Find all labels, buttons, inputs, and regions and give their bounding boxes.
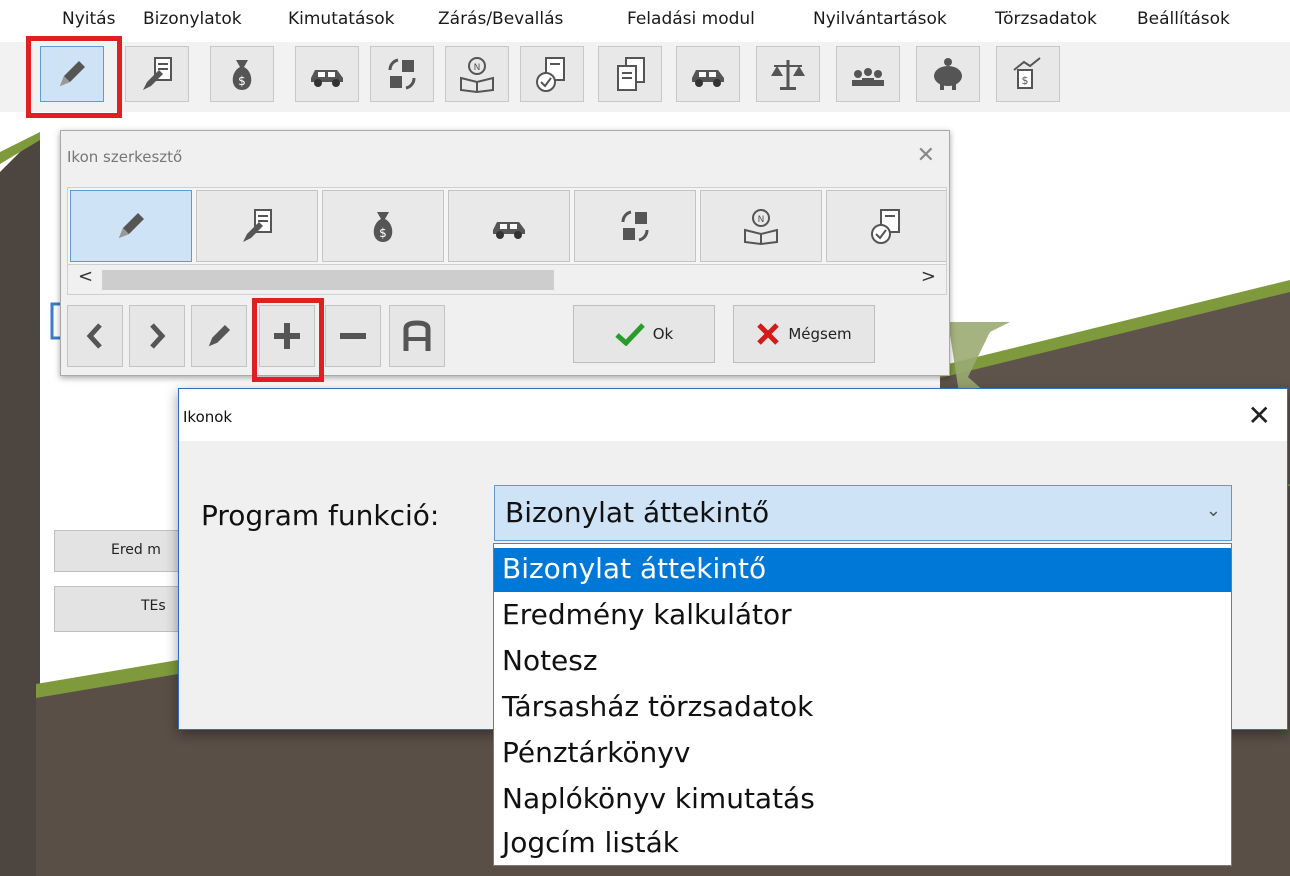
ledger-book-icon: N <box>744 209 778 246</box>
boxes-exchange-icon <box>621 210 649 242</box>
menu-bizonylatok[interactable]: Bizonylatok <box>143 9 242 29</box>
people-group-icon <box>852 68 884 86</box>
strip-icon-boxes-exchange[interactable] <box>574 190 696 262</box>
program-function-label: Program funkció: <box>201 499 440 532</box>
program-function-select[interactable]: Bizonylat áttekintő ⌄ <box>494 485 1232 541</box>
ok-button[interactable]: Ok <box>573 305 715 363</box>
menu-kimutatasok[interactable]: Kimutatások <box>288 9 394 29</box>
dropdown-option[interactable]: Bizonylat áttekintő <box>494 548 1231 592</box>
strip-icon-document-check[interactable] <box>826 190 946 262</box>
annotation-highlight-toolbar <box>26 36 122 118</box>
background-button-ered-label: Ered m <box>111 542 161 558</box>
minus-icon <box>340 333 366 339</box>
document-check-icon <box>871 209 900 244</box>
icon-editor-dialog: Ikon szerkesztő ✕ $ N < > Ok Mégsem <box>60 130 950 376</box>
scroll-right-arrow[interactable]: > <box>921 266 936 287</box>
strip-icon-document-edit[interactable] <box>196 190 318 262</box>
toolbar-button-ledger[interactable]: N <box>445 46 509 102</box>
menu-zaras-bevallas[interactable]: Zárás/Bevallás <box>438 9 563 29</box>
boxes-exchange-icon <box>388 58 416 90</box>
pencil-icon <box>208 324 231 347</box>
icon-strip: $ N <box>67 187 947 265</box>
cross-icon <box>757 323 780 345</box>
toolbar-button-people[interactable] <box>836 46 900 102</box>
dropdown-option[interactable]: Jogcím listák <box>494 822 1231 866</box>
ok-button-label: Ok <box>652 325 674 343</box>
toolbar-button-piggy[interactable] <box>916 46 980 102</box>
icons-dialog-titlebar: Ikonok ✕ <box>179 389 1287 441</box>
toolbar-button-document-edit[interactable] <box>125 46 189 102</box>
chevron-right-icon <box>150 323 166 349</box>
cancel-button[interactable]: Mégsem <box>733 305 875 363</box>
strip-icon-ledger[interactable]: N <box>700 190 822 262</box>
toolbar-button-documents[interactable] <box>598 46 662 102</box>
background-button-ered[interactable]: Ered m <box>54 530 184 572</box>
balance-scale-icon <box>771 60 805 90</box>
svg-text:$: $ <box>379 226 387 240</box>
remove-button[interactable] <box>325 305 381 367</box>
icon-strip-scrollbar[interactable]: < > <box>67 265 947 295</box>
car-icon <box>311 70 343 87</box>
scroll-left-arrow[interactable]: < <box>78 266 93 287</box>
money-growth-icon: $ <box>1013 57 1041 89</box>
next-button[interactable] <box>129 305 185 367</box>
chevron-left-icon <box>86 323 102 349</box>
toolbar-button-car[interactable] <box>295 46 359 102</box>
icons-dialog-close-button[interactable]: ✕ <box>1248 399 1271 432</box>
toolbar: $ N $ <box>0 42 1290 112</box>
icon-editor-close-button[interactable]: ✕ <box>917 143 935 168</box>
toolbar-button-money-growth[interactable]: $ <box>996 46 1060 102</box>
dropdown-option[interactable]: Notesz <box>494 640 1231 684</box>
document-check-icon <box>536 57 565 92</box>
documents-icon <box>617 57 645 91</box>
checkmark-icon <box>615 323 645 346</box>
text-button[interactable] <box>389 305 445 367</box>
dropdown-option[interactable]: Pénztárkönyv <box>494 732 1231 776</box>
car-icon <box>493 222 525 239</box>
background-button-tes[interactable]: TEs <box>54 586 184 632</box>
program-function-dropdown: Bizonylat áttekintő Eredmény kalkulátor … <box>493 543 1232 866</box>
edit-button[interactable] <box>191 305 247 367</box>
scroll-thumb[interactable] <box>102 270 554 290</box>
toolbar-button-money-bag[interactable]: $ <box>210 46 274 102</box>
background-button-tes-label: TEs <box>141 598 166 614</box>
svg-text:N: N <box>474 63 481 73</box>
menu-feladasi-modul[interactable]: Feladási modul <box>627 9 755 29</box>
dropdown-option[interactable]: Naplókönyv kimutatás <box>494 778 1231 822</box>
document-edit-icon <box>243 209 272 242</box>
ledger-book-icon: N <box>460 57 494 94</box>
strip-icon-edit[interactable] <box>70 190 192 262</box>
svg-text:N: N <box>758 215 765 225</box>
svg-text:$: $ <box>1022 74 1029 87</box>
toolbar-button-document-check[interactable] <box>520 46 584 102</box>
strip-icon-car[interactable] <box>448 190 570 262</box>
money-bag-icon: $ <box>232 60 252 90</box>
strip-icon-money-bag[interactable]: $ <box>322 190 444 262</box>
money-bag-icon: $ <box>373 212 393 242</box>
pencil-icon <box>119 213 144 238</box>
toolbar-button-balance[interactable] <box>756 46 820 102</box>
toolbar-button-boxes-exchange[interactable] <box>370 46 434 102</box>
program-function-value: Bizonylat áttekintő <box>505 496 770 529</box>
menu-bar: Nyitás Bizonylatok Kimutatások Zárás/Bev… <box>0 0 1290 42</box>
previous-button[interactable] <box>67 305 123 367</box>
menu-beallitasok[interactable]: Beállítások <box>1137 9 1230 29</box>
menu-torzsadatok[interactable]: Törzsadatok <box>995 9 1097 29</box>
icons-dialog-title: Ikonok <box>183 408 233 426</box>
svg-text:$: $ <box>238 74 246 88</box>
letter-a-icon <box>403 320 431 351</box>
icon-editor-title: Ikon szerkesztő <box>67 148 183 166</box>
toolbar-button-car-2[interactable] <box>676 46 740 102</box>
annotation-highlight-add <box>252 298 324 382</box>
piggy-bank-icon <box>934 58 962 90</box>
document-edit-icon <box>143 57 172 90</box>
menu-nyitas[interactable]: Nyitás <box>62 9 115 29</box>
menu-nyilvantartasok[interactable]: Nyilvántartások <box>813 9 947 29</box>
dropdown-option[interactable]: Társasház törzsadatok <box>494 686 1231 730</box>
dropdown-option[interactable]: Eredmény kalkulátor <box>494 594 1231 638</box>
car-icon <box>692 70 724 87</box>
cancel-button-label: Mégsem <box>788 325 852 343</box>
chevron-down-icon[interactable]: ⌄ <box>1206 500 1221 521</box>
